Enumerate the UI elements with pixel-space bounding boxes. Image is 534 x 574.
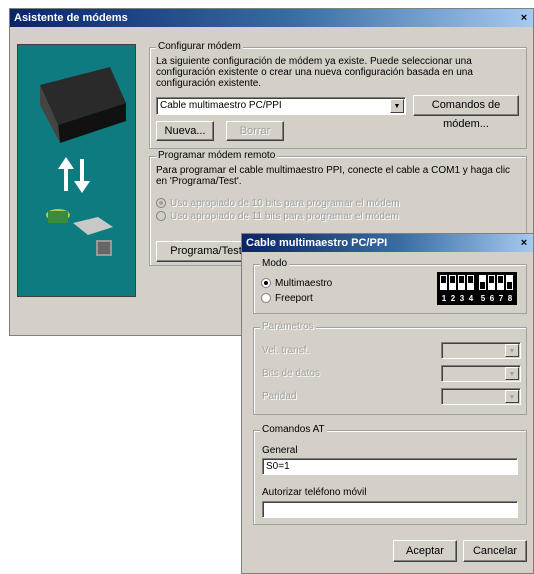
chevron-down-icon[interactable]: ▼ — [505, 390, 519, 403]
close-icon[interactable]: × — [517, 236, 531, 250]
option-11bit-radio[interactable] — [156, 211, 166, 221]
parity-label: Paridad — [262, 391, 297, 402]
dip-number: 7 — [498, 294, 504, 303]
dip-number: 3 — [459, 294, 465, 303]
cancel-button[interactable]: Cancelar — [463, 540, 527, 562]
general-label: General — [262, 445, 298, 456]
baud-rate-label: Vel. transf. — [262, 345, 310, 356]
option-10bit-label: Uso apropiado de 10 bits para programar … — [170, 198, 400, 209]
delete-config-button[interactable]: Borrar — [226, 121, 284, 141]
general-at-input[interactable]: S0=1 — [262, 458, 518, 475]
configure-modem-group: Configurar módem La siguiente configurac… — [149, 41, 527, 149]
dialog-title: Cable multimaestro PC/PPI — [246, 237, 388, 249]
at-commands-legend: Comandos AT — [260, 424, 327, 435]
modem-config-select[interactable]: Cable multimaestro PC/PPI ▼ — [156, 97, 406, 115]
freeport-radio[interactable] — [261, 293, 271, 303]
dip-number: 6 — [489, 294, 495, 303]
new-config-button[interactable]: Nueva... — [156, 121, 214, 141]
data-bits-label: Bits de datos — [262, 368, 320, 379]
window-title: Asistente de módems — [14, 12, 128, 24]
wizard-illustration — [17, 44, 136, 297]
ppi-cable-titlebar[interactable]: Cable multimaestro PC/PPI × — [242, 234, 533, 252]
at-commands-group: Comandos AT General S0=1 Autorizar teléf… — [253, 424, 527, 525]
chevron-down-icon[interactable]: ▼ — [505, 367, 519, 380]
data-bits-select[interactable]: ▼ — [441, 365, 521, 382]
chevron-down-icon[interactable]: ▼ — [390, 99, 404, 113]
parity-select[interactable]: ▼ — [441, 388, 521, 405]
multimaster-radio[interactable] — [261, 278, 271, 288]
program-remote-modem-legend: Programar módem remoto — [156, 150, 278, 161]
dip-number: 1 — [441, 294, 447, 303]
parameters-legend: Parámetros — [260, 321, 316, 332]
modem-config-value: Cable multimaestro PC/PPI — [160, 100, 282, 111]
freeport-label[interactable]: Freeport — [275, 293, 313, 304]
configure-modem-legend: Configurar módem — [156, 41, 243, 52]
dip-switch-icon: 1 2 3 4 5 6 7 8 — [437, 272, 517, 305]
option-11bit-label: Uso apropiado de 11 bits para programar … — [170, 211, 399, 222]
modem-illustration-icon — [18, 45, 135, 296]
mobile-phone-input[interactable] — [262, 501, 518, 518]
dip-number: 2 — [450, 294, 456, 303]
parameters-group: Parámetros Vel. transf. ▼ Bits de datos … — [253, 321, 527, 415]
dip-number: 5 — [480, 294, 486, 303]
multimaster-label[interactable]: Multimaestro — [275, 278, 332, 289]
mobile-phone-label: Autorizar teléfono móvil — [262, 487, 367, 498]
configure-modem-description: La siguiente configuración de módem ya e… — [156, 56, 473, 89]
option-10bit-radio[interactable] — [156, 198, 166, 208]
modem-commands-button[interactable]: Comandos de módem... — [413, 95, 519, 130]
close-icon[interactable]: × — [517, 11, 531, 25]
baud-rate-select[interactable]: ▼ — [441, 342, 521, 359]
modem-wizard-titlebar[interactable]: Asistente de módems × — [10, 9, 533, 27]
dip-number: 8 — [507, 294, 513, 303]
mode-legend: Modo — [260, 258, 290, 269]
ok-button[interactable]: Aceptar — [393, 540, 457, 562]
program-remote-modem-description: Para programar el cable multimaestro PPI… — [156, 165, 511, 187]
chevron-down-icon[interactable]: ▼ — [505, 344, 519, 357]
dip-number: 4 — [468, 294, 474, 303]
